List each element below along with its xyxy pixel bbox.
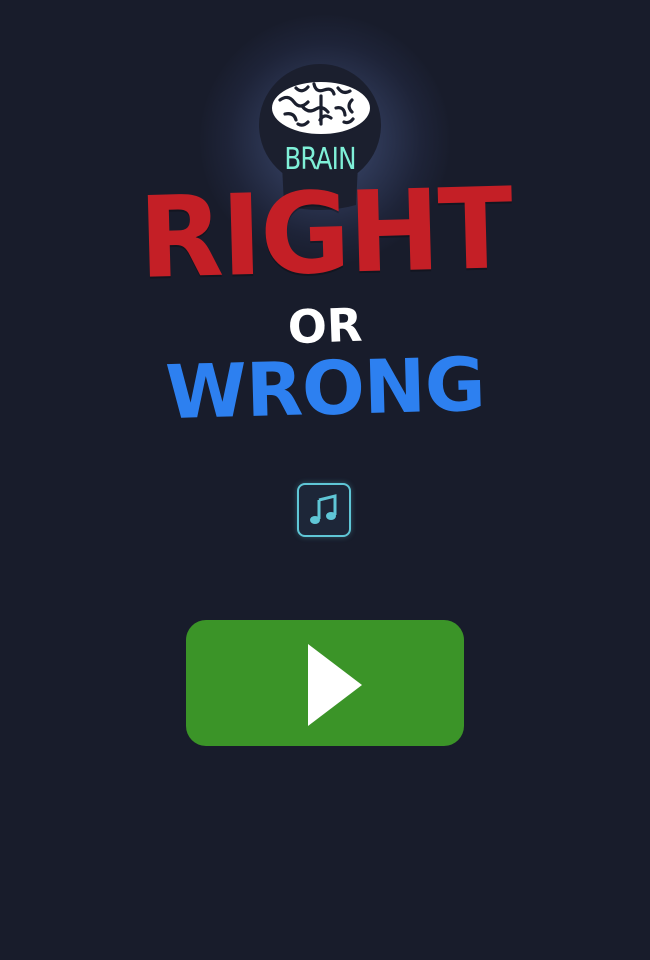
title-right: RIGHT	[137, 164, 513, 304]
music-note-icon	[310, 494, 337, 524]
title-wrong: WRONG	[164, 341, 486, 437]
start-screen: BRAIN RIGHT OR WRONG	[0, 0, 650, 960]
play-button[interactable]	[186, 620, 464, 746]
play-icon	[308, 644, 362, 726]
music-toggle-button[interactable]	[297, 483, 351, 537]
